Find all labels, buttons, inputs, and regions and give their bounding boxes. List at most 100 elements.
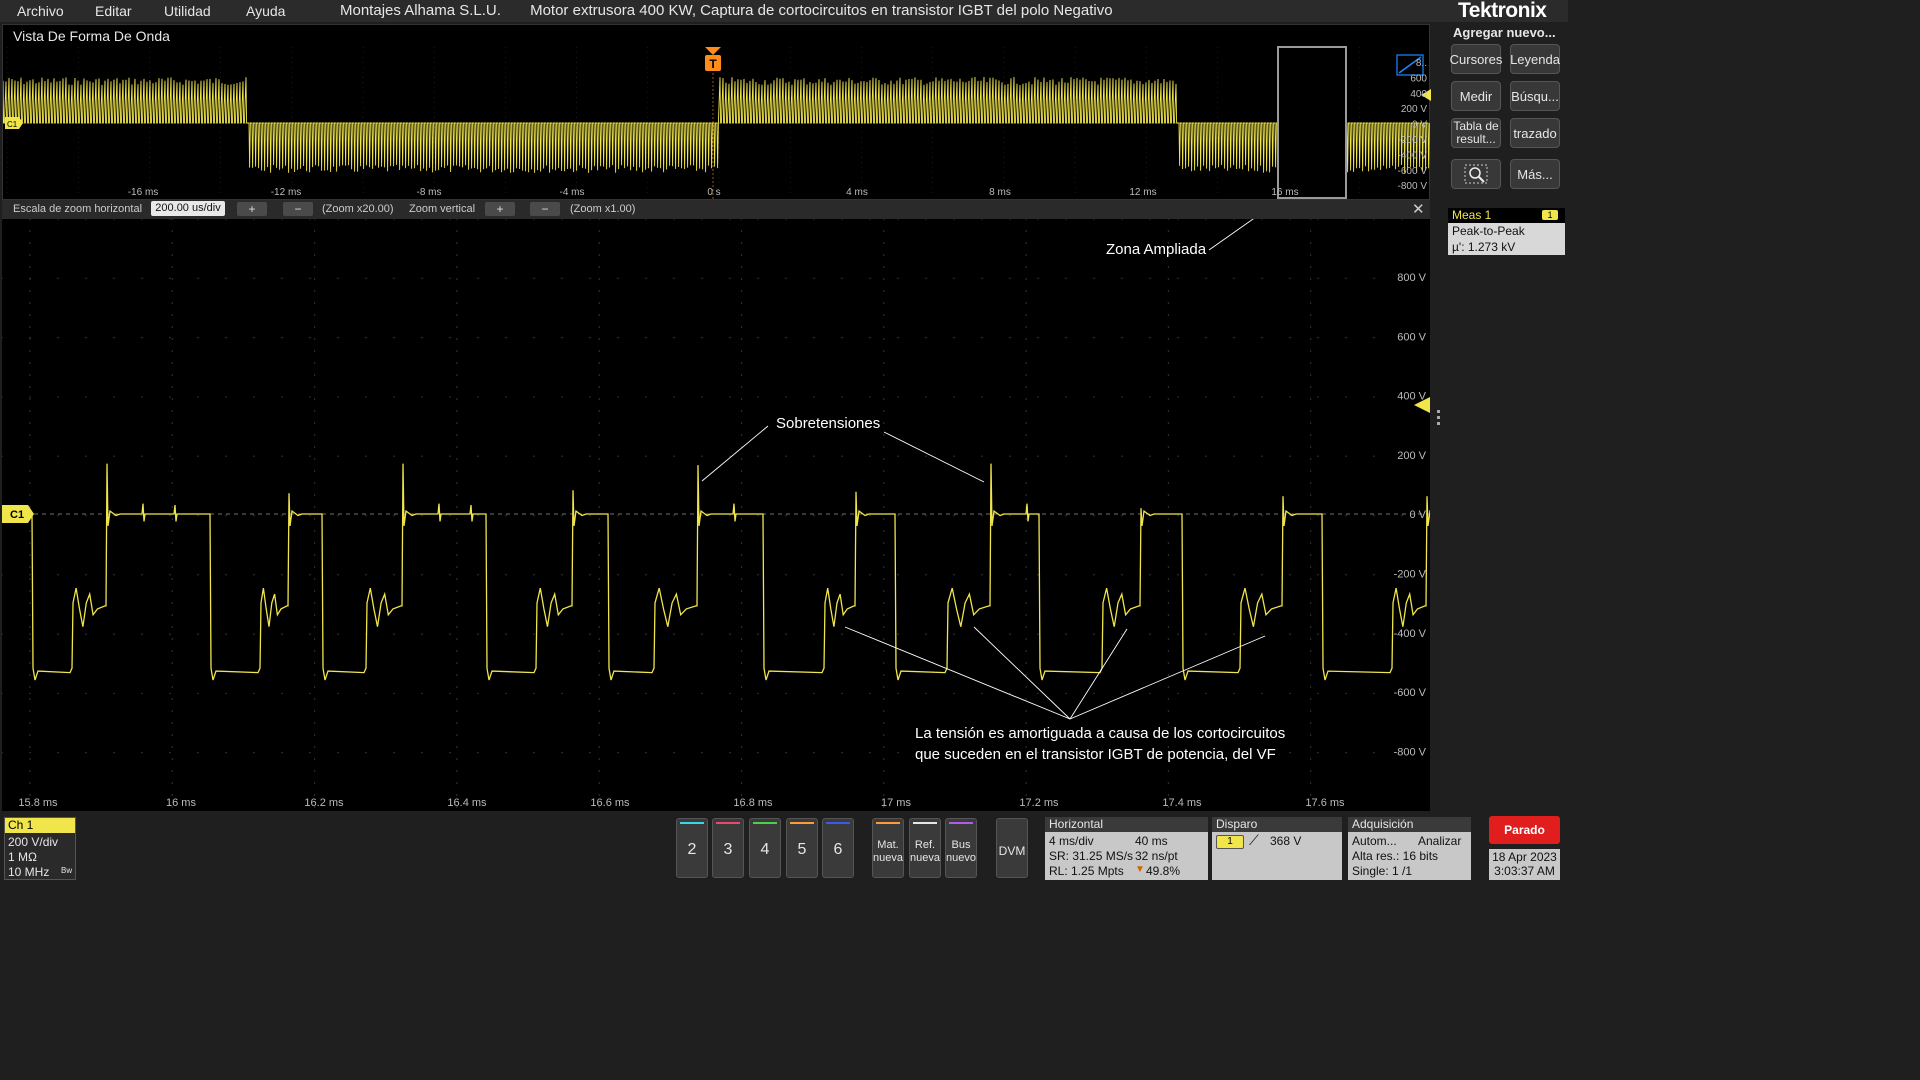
ch1-bandwidth: 10 MHz <box>8 865 50 879</box>
channel-6-button[interactable]: 6 <box>822 818 854 878</box>
app-title: Montajes Alhama S.L.U. Motor extrusora 4… <box>340 2 1113 19</box>
more-button[interactable]: Más... <box>1510 159 1560 189</box>
main-time-tick: 17 ms <box>881 797 911 809</box>
results-table-button[interactable]: Tabla de result... <box>1451 118 1501 148</box>
trigger-position-icon: ▼ <box>1135 864 1145 875</box>
overview-volt-tick: 8.. <box>1416 58 1427 69</box>
waveform-overview[interactable]: Vista De Forma De Onda T C1 -16 ms -12 ms… <box>2 24 1431 201</box>
zoom-control-bar: Escala de zoom horizontal 200.00 us/div … <box>2 200 1430 219</box>
main-volt-tick: -200 V <box>1394 569 1427 581</box>
zoom-horizontal-value[interactable]: 200.00 us/div <box>151 201 225 216</box>
analyze-label: Analizar <box>1418 834 1462 848</box>
zoom-search-button[interactable] <box>1451 159 1501 189</box>
zoom-v-plus-button[interactable]: + <box>485 202 515 216</box>
main-time-tick: 15.8 ms <box>18 797 58 809</box>
overview-time-tick: 4 ms <box>846 187 868 198</box>
trigger-level: 368 V <box>1270 834 1302 848</box>
overview-volt-tick: -400 V <box>1398 150 1428 161</box>
acquisition-badge[interactable]: Adquisición Autom... Analizar Alta res.:… <box>1348 817 1471 880</box>
trigger-marker[interactable]: T <box>705 47 721 71</box>
tektronix-logo: Tektronix <box>1458 0 1547 22</box>
svg-text:Zona Ampliada: Zona Ampliada <box>1106 241 1207 258</box>
panel-drag-handle[interactable] <box>1437 410 1440 428</box>
bandwidth-limit-icon: Bw <box>61 866 73 875</box>
main-time-tick: 17.6 ms <box>1305 797 1345 809</box>
overview-time-tick: -8 ms <box>417 187 442 198</box>
channel-3-button[interactable]: 3 <box>712 818 744 878</box>
overview-volt-tick: -800 V <box>1398 181 1428 192</box>
trigger-position-percent: 49.8% <box>1146 864 1181 878</box>
zoom-v-minus-button[interactable]: − <box>530 202 560 216</box>
channel-4-label: 4 <box>760 841 770 858</box>
zoom-h-minus-button[interactable]: − <box>283 202 313 216</box>
svg-text:C1: C1 <box>7 120 18 129</box>
menu-editar[interactable]: Editar <box>95 3 132 19</box>
main-plot: 15.8 ms 16 ms 16.2 ms 16.4 ms 16.6 ms 16.8 ms… <box>2 219 1430 809</box>
main-time-tick: 17.2 ms <box>1019 797 1059 809</box>
acquisition-title: Adquisición <box>1348 817 1471 832</box>
time-per-point: 32 ns/pt <box>1135 849 1178 863</box>
overview-time-tick: 12 ms <box>1129 187 1156 198</box>
horizontal-scale: 4 ms/div <box>1049 834 1094 848</box>
zoomed-waveform[interactable]: 15.8 ms 16 ms 16.2 ms 16.4 ms 16.6 ms 16.8 ms… <box>2 219 1430 811</box>
zoom-h-plus-button[interactable]: + <box>237 202 267 216</box>
main-volt-tick: -800 V <box>1394 746 1427 758</box>
new-bus-label: Bus nuevo <box>946 839 976 864</box>
overview-time-tick: 16 ms <box>1271 187 1298 198</box>
zoom-v-factor: (Zoom x1.00) <box>570 203 636 215</box>
dvm-label: DVM <box>998 844 1026 858</box>
overview-time-tick: -12 ms <box>271 187 302 198</box>
menu-ayuda[interactable]: Ayuda <box>246 3 285 19</box>
main-time-tick: 16.8 ms <box>733 797 773 809</box>
menu-archivo[interactable]: Archivo <box>17 3 64 19</box>
record-length: RL: 1.25 Mpts <box>1049 864 1124 878</box>
channel-3-label: 3 <box>723 841 733 858</box>
new-ref-label: Ref. nueva <box>910 839 940 864</box>
new-bus-button[interactable]: Bus nuevo <box>945 818 977 878</box>
new-math-button[interactable]: Mat. nueva <box>872 818 904 878</box>
dvm-button[interactable]: DVM <box>996 818 1028 878</box>
cursors-button[interactable]: Cursores <box>1450 44 1502 74</box>
zoom-region-box[interactable] <box>1277 46 1347 199</box>
main-channel-marker[interactable]: C1 <box>2 505 34 523</box>
date-label: 18 Apr 2023 <box>1492 850 1557 864</box>
main-time-tick: 16.6 ms <box>590 797 630 809</box>
legend-button[interactable]: Leyenda <box>1510 44 1560 74</box>
main-volt-tick: -600 V <box>1394 687 1427 699</box>
acquisition-resolution: Alta res.: 16 bits <box>1352 849 1439 863</box>
main-time-tick: 16 ms <box>166 797 196 809</box>
trigger-badge[interactable]: Disparo 1 ⟋ 368 V <box>1212 817 1342 880</box>
channel-6-label: 6 <box>833 841 843 858</box>
horizontal-badge[interactable]: Horizontal 4 ms/div 40 ms SR: 31.25 MS/s… <box>1045 817 1208 880</box>
run-stop-button[interactable]: Parado <box>1489 816 1560 844</box>
overview-time-tick: 0 s <box>707 187 720 198</box>
main-volt-tick: -400 V <box>1394 628 1427 640</box>
plot-button[interactable]: trazado <box>1510 118 1560 148</box>
main-volt-tick: 0 V <box>1409 509 1426 521</box>
ch1-badge[interactable]: Ch 1 200 V/div 1 MΩ 10 MHz Bw <box>4 817 76 880</box>
overview-volt-tick: -600 V <box>1398 166 1428 177</box>
svg-text:T: T <box>709 57 717 71</box>
overview-volt-tick: 0 V <box>1412 120 1427 131</box>
measure-button[interactable]: Medir <box>1451 81 1501 111</box>
channel-4-button[interactable]: 4 <box>749 818 781 878</box>
horizontal-position: 40 ms <box>1135 834 1168 848</box>
menu-utilidad[interactable]: Utilidad <box>164 3 211 19</box>
svg-text:C1: C1 <box>10 509 24 521</box>
close-zoom-icon[interactable]: ✕ <box>1412 200 1425 218</box>
measurement-name: Peak-to-Peak <box>1452 224 1525 238</box>
annotation-damping: La tensión es amortiguada a causa de los… <box>844 626 1285 763</box>
acquisition-mode: Autom... <box>1352 834 1397 848</box>
datetime-badge[interactable]: 18 Apr 2023 3:03:37 AM <box>1489 849 1560 880</box>
channel-5-button[interactable]: 5 <box>786 818 818 878</box>
search-button[interactable]: Búsqu... <box>1510 81 1560 111</box>
overview-volt-tick: 200 V <box>1401 104 1427 115</box>
measurement-card[interactable]: Meas 1 1 Peak-to-Peak µ': 1.273 kV <box>1448 208 1565 255</box>
overview-plot: T C1 -16 ms -12 ms -8 ms -4 ms 0 s 4 ms 8 ms 12… <box>3 46 1431 201</box>
channel-2-button[interactable]: 2 <box>676 818 708 878</box>
zoom-horizontal-label: Escala de zoom horizontal <box>13 203 143 215</box>
new-ref-button[interactable]: Ref. nueva <box>909 818 941 878</box>
overview-channel-marker[interactable]: C1 <box>5 117 23 129</box>
channel-5-label: 5 <box>797 841 807 858</box>
ch1-impedance: 1 MΩ <box>8 850 37 864</box>
